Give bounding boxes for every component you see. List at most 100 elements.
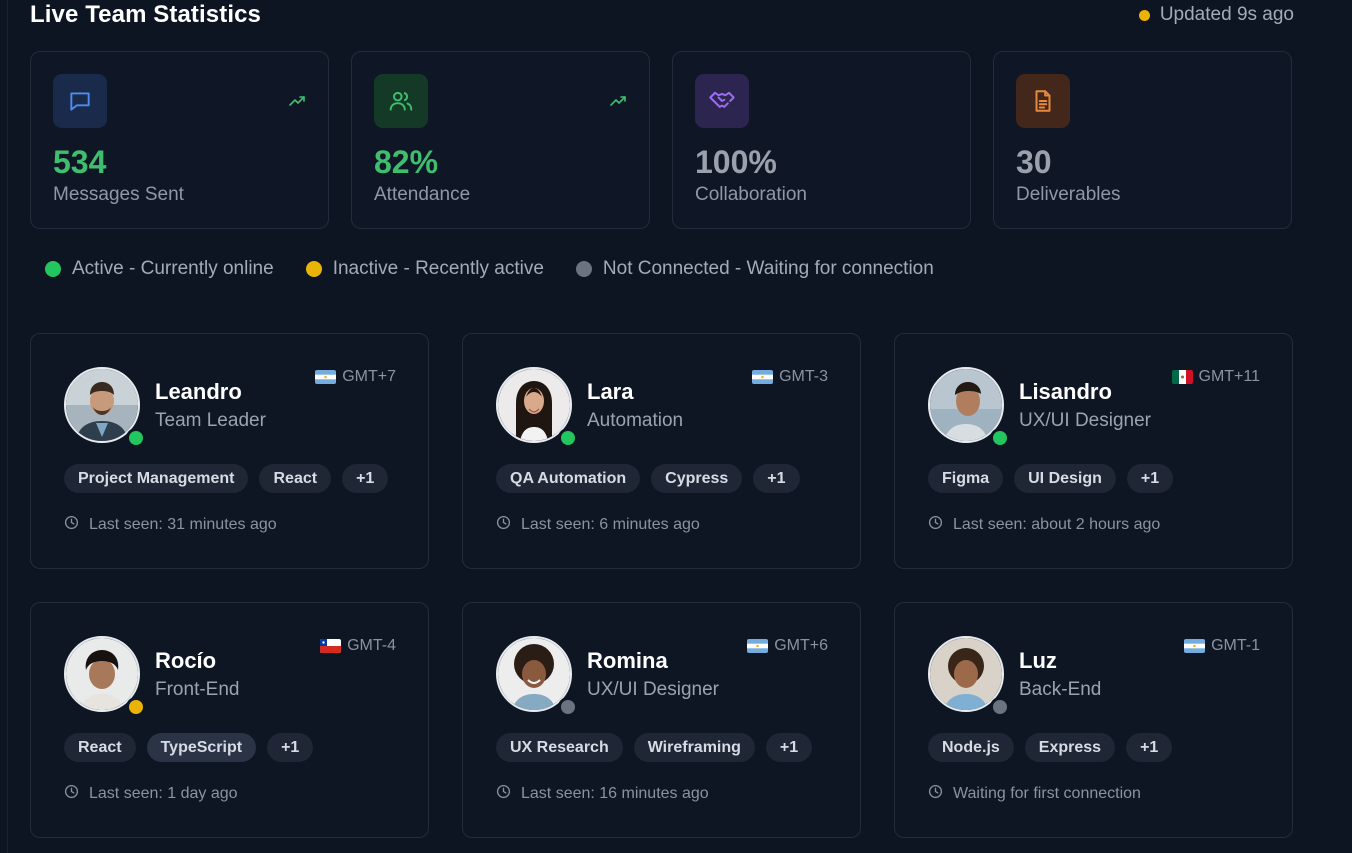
skill-tags: Figma UI Design +1 bbox=[928, 464, 1174, 493]
stat-value: 100% bbox=[695, 144, 777, 180]
skill-tag: React bbox=[259, 464, 332, 493]
member-name: Romina bbox=[587, 648, 668, 673]
header: Live Team Statistics Updated 9s ago bbox=[30, 0, 1294, 30]
avatar-container bbox=[64, 636, 146, 717]
last-seen-text: Last seen: 16 minutes ago bbox=[521, 785, 709, 802]
team-members-grid: Leandro Team Leader GMT+7 Project Manage… bbox=[30, 333, 1293, 838]
timezone-label: GMT+6 bbox=[774, 637, 828, 654]
update-status: Updated 9s ago bbox=[1138, 4, 1294, 26]
skill-tag: Project Management bbox=[64, 464, 249, 493]
legend-item-inactive: Inactive - Recently active bbox=[305, 258, 544, 280]
handshake-icon bbox=[695, 74, 749, 128]
last-seen: Last seen: 31 minutes ago bbox=[64, 515, 277, 535]
clock-icon bbox=[496, 515, 511, 535]
timezone-label: GMT-3 bbox=[779, 368, 828, 385]
member-role: UX/UI Designer bbox=[587, 679, 719, 700]
chile-flag-icon bbox=[320, 639, 342, 653]
member-role: Back-End bbox=[1019, 679, 1102, 700]
last-seen-text: Last seen: 6 minutes ago bbox=[521, 516, 700, 533]
last-seen-text: Last seen: 31 minutes ago bbox=[89, 516, 277, 533]
argentina-flag-icon bbox=[1184, 639, 1206, 653]
last-seen: Last seen: about 2 hours ago bbox=[928, 515, 1160, 535]
updated-text: Updated 9s ago bbox=[1159, 4, 1294, 25]
timezone-label: GMT+11 bbox=[1198, 368, 1261, 385]
timezone: GMT-4 bbox=[320, 637, 396, 655]
member-card[interactable]: Rocío Front-End GMT-4 React TypeScript +… bbox=[30, 602, 429, 838]
timezone: GMT+6 bbox=[747, 637, 828, 655]
stats-row: 534 Messages Sent 82% Attendance 100% Co… bbox=[30, 51, 1292, 229]
legend-label: Not Connected - Waiting for connection bbox=[602, 258, 934, 279]
more-skills-tag[interactable]: +1 bbox=[765, 733, 813, 762]
stat-value: 82% bbox=[374, 144, 439, 180]
member-card[interactable]: Lara Automation GMT-3 QA Automation Cypr… bbox=[462, 333, 861, 569]
stat-value: 30 bbox=[1016, 144, 1052, 180]
status-dot bbox=[45, 261, 61, 277]
stat-card-messages: 534 Messages Sent bbox=[30, 51, 329, 229]
avatar-container bbox=[928, 367, 1010, 448]
member-role: UX/UI Designer bbox=[1019, 410, 1151, 431]
legend-item-active: Active - Currently online bbox=[45, 258, 274, 280]
legend-label: Inactive - Recently active bbox=[332, 258, 544, 279]
trending-up-icon bbox=[609, 94, 627, 113]
status-dot bbox=[575, 261, 592, 277]
inactive-status-dot bbox=[126, 697, 146, 717]
users-icon bbox=[374, 74, 428, 128]
skill-tag: Cypress bbox=[651, 464, 743, 493]
status-dot bbox=[305, 261, 322, 277]
offline-status-dot bbox=[990, 697, 1010, 717]
timezone: GMT-3 bbox=[752, 368, 828, 386]
more-skills-tag[interactable]: +1 bbox=[342, 464, 389, 493]
last-seen: Last seen: 1 day ago bbox=[64, 784, 238, 804]
skill-tags: QA Automation Cypress +1 bbox=[496, 464, 800, 493]
online-status-dot bbox=[990, 428, 1010, 448]
more-skills-tag[interactable]: +1 bbox=[1126, 733, 1173, 762]
last-seen: Waiting for first connection bbox=[928, 784, 1141, 804]
member-card[interactable]: Romina UX/UI Designer GMT+6 UX Research … bbox=[462, 602, 861, 838]
legend-item-not-connected: Not Connected - Waiting for connection bbox=[575, 258, 934, 280]
stat-label: Deliverables bbox=[1016, 184, 1121, 205]
timezone: GMT+11 bbox=[1171, 368, 1261, 386]
avatar-container bbox=[496, 636, 578, 717]
member-card[interactable]: Luz Back-End GMT-1 Node.js Express +1 Wa… bbox=[894, 602, 1293, 838]
member-role: Front-End bbox=[155, 679, 240, 700]
skill-tag: QA Automation bbox=[496, 464, 641, 493]
member-card[interactable]: Lisandro UX/UI Designer GMT+11 Figma UI … bbox=[894, 333, 1293, 569]
skill-tags: React TypeScript +1 bbox=[64, 733, 314, 762]
skill-tag: Figma bbox=[928, 464, 1004, 493]
mexico-flag-icon bbox=[1171, 370, 1193, 384]
member-name: Rocío bbox=[155, 648, 217, 673]
clock-icon bbox=[496, 784, 511, 804]
argentina-flag-icon bbox=[315, 370, 337, 384]
skill-tag: Node.js bbox=[928, 733, 1014, 762]
avatar-container bbox=[496, 367, 578, 448]
clock-icon bbox=[64, 515, 79, 535]
argentina-flag-icon bbox=[752, 370, 774, 384]
last-seen: Last seen: 6 minutes ago bbox=[496, 515, 700, 535]
argentina-flag-icon bbox=[747, 639, 769, 653]
more-skills-tag[interactable]: +1 bbox=[267, 733, 314, 762]
avatar-container bbox=[928, 636, 1010, 717]
skill-tag: TypeScript bbox=[146, 733, 257, 762]
member-card[interactable]: Leandro Team Leader GMT+7 Project Manage… bbox=[30, 333, 429, 569]
member-name: Luz bbox=[1019, 648, 1057, 673]
message-square-icon bbox=[53, 74, 107, 128]
member-name: Lara bbox=[587, 379, 634, 404]
clock-icon bbox=[64, 784, 79, 804]
offline-status-dot bbox=[558, 697, 578, 717]
last-seen-text: Last seen: about 2 hours ago bbox=[953, 516, 1161, 533]
stat-card-deliverables: 30 Deliverables bbox=[993, 51, 1292, 229]
clock-icon bbox=[928, 515, 943, 535]
legend-label: Active - Currently online bbox=[72, 258, 274, 279]
last-seen-text: Waiting for first connection bbox=[953, 785, 1141, 802]
more-skills-tag[interactable]: +1 bbox=[1126, 464, 1174, 493]
timezone-label: GMT+7 bbox=[342, 368, 396, 385]
skill-tag: UX Research bbox=[496, 733, 623, 762]
avatar-container bbox=[64, 367, 146, 448]
timezone-label: GMT-1 bbox=[1211, 637, 1260, 654]
skill-tag: React bbox=[64, 733, 136, 762]
more-skills-tag[interactable]: +1 bbox=[753, 464, 800, 493]
skill-tags: Node.js Express +1 bbox=[928, 733, 1173, 762]
member-role: Automation bbox=[587, 410, 684, 431]
member-name: Leandro bbox=[155, 379, 242, 404]
stat-label: Messages Sent bbox=[53, 184, 184, 205]
